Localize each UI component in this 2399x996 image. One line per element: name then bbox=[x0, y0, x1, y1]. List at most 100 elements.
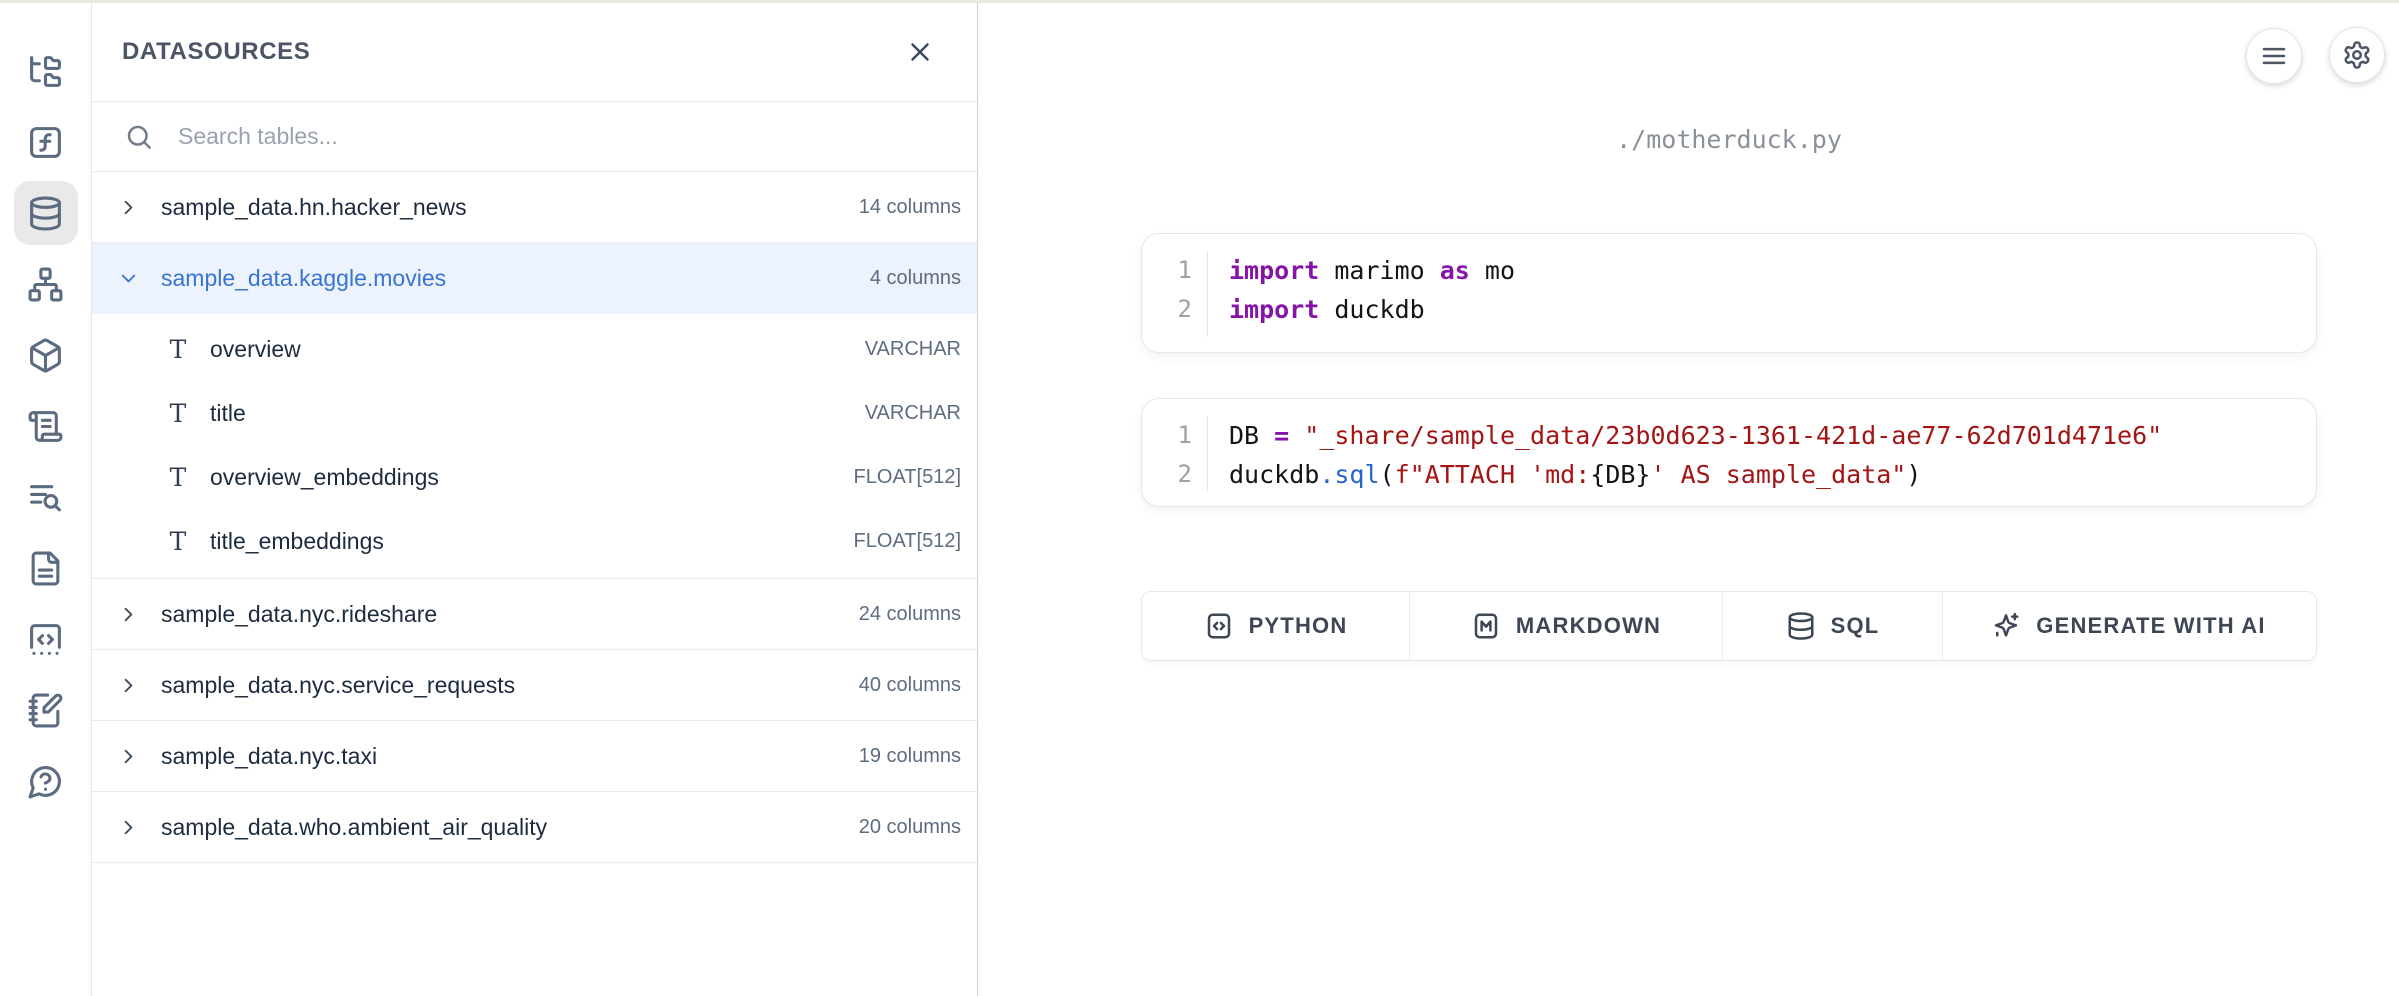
sidebar-item-documentation[interactable] bbox=[14, 536, 78, 600]
column-row[interactable]: Toverview_embeddings FLOAT[512] bbox=[92, 445, 977, 509]
table-name: sample_data.nyc.taxi bbox=[161, 743, 377, 770]
notebook-filename: ./motherduck.py bbox=[1141, 125, 2317, 154]
add-cell-button-sql[interactable]: SQL bbox=[1723, 592, 1943, 660]
table-row[interactable]: sample_data.who.ambient_air_quality 20 co… bbox=[92, 792, 977, 863]
settings-button[interactable] bbox=[2329, 27, 2385, 83]
function-square-icon bbox=[27, 124, 64, 161]
column-type: VARCHAR bbox=[865, 338, 961, 361]
table-column-count: 40 columns bbox=[859, 674, 961, 697]
add-cell-button-label: SQL bbox=[1831, 613, 1880, 639]
line-number: 1 bbox=[1142, 416, 1192, 455]
code-token: .sql bbox=[1319, 460, 1379, 489]
column-type: FLOAT[512] bbox=[854, 466, 961, 489]
code-cell[interactable]: 12 DB = "_share/sample_data/23b0d623-1361… bbox=[1141, 398, 2317, 507]
search-input[interactable] bbox=[176, 122, 953, 151]
database-icon bbox=[27, 195, 64, 232]
code-token: as bbox=[1440, 256, 1470, 285]
column-name: overview_embeddings bbox=[210, 464, 439, 491]
add-cell-button-markdown[interactable]: MARKDOWN bbox=[1410, 592, 1723, 660]
line-number: 2 bbox=[1142, 290, 1192, 329]
close-icon bbox=[905, 37, 935, 67]
code-editor[interactable]: import marimo as moimport duckdb bbox=[1208, 251, 2316, 337]
panel-title: DATASOURCES bbox=[122, 38, 310, 66]
table-column-count: 24 columns bbox=[859, 603, 961, 626]
line-number: 2 bbox=[1142, 455, 1192, 494]
table-name: sample_data.who.ambient_air_quality bbox=[161, 814, 547, 841]
column-name: overview bbox=[210, 336, 301, 363]
column-row[interactable]: TtitleVARCHAR bbox=[92, 381, 977, 445]
table-row[interactable]: sample_data.kaggle.movies 4 columns bbox=[92, 243, 977, 314]
code-token: mo bbox=[1470, 256, 1515, 285]
table-columns-group: ToverviewVARCHARTtitleVARCHARToverview_e… bbox=[92, 314, 977, 579]
table-row[interactable]: sample_data.nyc.service_requests 40 colum… bbox=[92, 650, 977, 721]
code-token: duckdb bbox=[1319, 295, 1424, 324]
chevron-right-icon[interactable] bbox=[117, 196, 140, 219]
add-cell-button-generate-with-ai[interactable]: GENERATE WITH AI bbox=[1943, 592, 2314, 660]
notebook-main: ./motherduck.py PYTHONMARKDOWN SQL GENERAT… bbox=[978, 3, 2399, 996]
code-token: ' AS sample_data" bbox=[1650, 460, 1906, 489]
code-token bbox=[1289, 421, 1304, 450]
add-cell-button-python[interactable]: PYTHON bbox=[1142, 592, 1410, 660]
table-row[interactable]: sample_data.nyc.taxi19 columns bbox=[92, 721, 977, 792]
text-type-icon: T bbox=[158, 399, 198, 428]
sidebar-item-scratchpad[interactable] bbox=[14, 678, 78, 742]
code-token: "_share/sample_data/23b0d623-1361-421d-a… bbox=[1304, 421, 2162, 450]
table-column-count: 4 columns bbox=[870, 267, 961, 290]
text-type-icon: T bbox=[158, 463, 198, 492]
search-tables-row bbox=[92, 102, 977, 172]
code-token: {DB} bbox=[1590, 460, 1650, 489]
chevron-down-icon[interactable] bbox=[117, 267, 140, 290]
column-type: VARCHAR bbox=[865, 402, 961, 425]
sidebar-item-variables[interactable] bbox=[14, 110, 78, 174]
close-panel-button[interactable] bbox=[901, 33, 939, 71]
sidebar-item-dependencies[interactable] bbox=[14, 252, 78, 316]
table-column-count: 14 columns bbox=[859, 196, 961, 219]
code-line: DB = "_share/sample_data/23b0d623-1361-4… bbox=[1229, 416, 2316, 455]
sidebar-item-outline[interactable] bbox=[14, 394, 78, 458]
code-token: ( bbox=[1380, 460, 1395, 489]
list-search-icon bbox=[27, 479, 64, 516]
datasources-panel: DATASOURCES sample_data.hn.hacker_news 14… bbox=[92, 3, 978, 996]
code-line: duckdb.sql(f"ATTACH 'md:{DB}' AS sample_… bbox=[1229, 455, 2316, 494]
table-column-count: 20 columns bbox=[859, 816, 961, 839]
scroll-text-icon bbox=[27, 408, 64, 445]
code-editor[interactable]: DB = "_share/sample_data/23b0d623-1361-4… bbox=[1208, 416, 2316, 491]
table-name: sample_data.nyc.service_requests bbox=[161, 672, 515, 699]
code-line: import marimo as mo bbox=[1229, 251, 2316, 290]
database-icon bbox=[1786, 611, 1816, 641]
notebook-menu-button[interactable] bbox=[2246, 28, 2302, 84]
datasources-panel-header: DATASOURCES bbox=[92, 3, 977, 102]
code-square-dashed-icon bbox=[27, 621, 64, 658]
sparkles-icon bbox=[1991, 611, 2021, 641]
sidebar-item-file-explorer[interactable] bbox=[14, 39, 78, 103]
text-type-icon: T bbox=[158, 527, 198, 556]
code-token: = bbox=[1274, 421, 1289, 450]
line-number: 1 bbox=[1142, 251, 1192, 290]
sidebar-item-packages[interactable] bbox=[14, 323, 78, 387]
chevron-right-icon[interactable] bbox=[117, 674, 140, 697]
table-row[interactable]: sample_data.nyc.rideshare24 columns bbox=[92, 579, 977, 650]
chevron-right-icon[interactable] bbox=[117, 816, 140, 839]
code-token: f"ATTACH 'md: bbox=[1395, 460, 1591, 489]
add-cell-toolbar: PYTHONMARKDOWN SQL GENERATE WITH AI bbox=[1141, 591, 2317, 661]
line-number-gutter: 12 bbox=[1142, 251, 1208, 337]
column-row[interactable]: Ttitle_embeddingsFLOAT[512] bbox=[92, 509, 977, 573]
sidebar-item-datasources[interactable] bbox=[14, 181, 78, 245]
hamburger-menu-icon bbox=[2259, 41, 2289, 71]
sidebar-item-logs[interactable] bbox=[14, 465, 78, 529]
column-row[interactable]: Toverview VARCHAR bbox=[92, 317, 977, 381]
code-cell[interactable]: 12import marimo as moimport duckdb bbox=[1141, 233, 2317, 353]
table-row[interactable]: sample_data.hn.hacker_news 14 columns bbox=[92, 172, 977, 243]
file-text-icon bbox=[27, 550, 64, 587]
chevron-right-icon[interactable] bbox=[117, 745, 140, 768]
text-type-icon: T bbox=[158, 335, 198, 364]
chevron-right-icon[interactable] bbox=[117, 603, 140, 626]
code-token: DB bbox=[1229, 421, 1274, 450]
network-icon bbox=[27, 266, 64, 303]
table-name: sample_data.hn.hacker_news bbox=[161, 194, 467, 221]
sidebar-item-snippets[interactable] bbox=[14, 607, 78, 671]
table-name: sample_data.kaggle.movies bbox=[161, 265, 446, 292]
code-square-icon bbox=[1204, 611, 1234, 641]
sidebar-item-help[interactable] bbox=[14, 749, 78, 813]
line-number-gutter: 12 bbox=[1142, 416, 1208, 491]
